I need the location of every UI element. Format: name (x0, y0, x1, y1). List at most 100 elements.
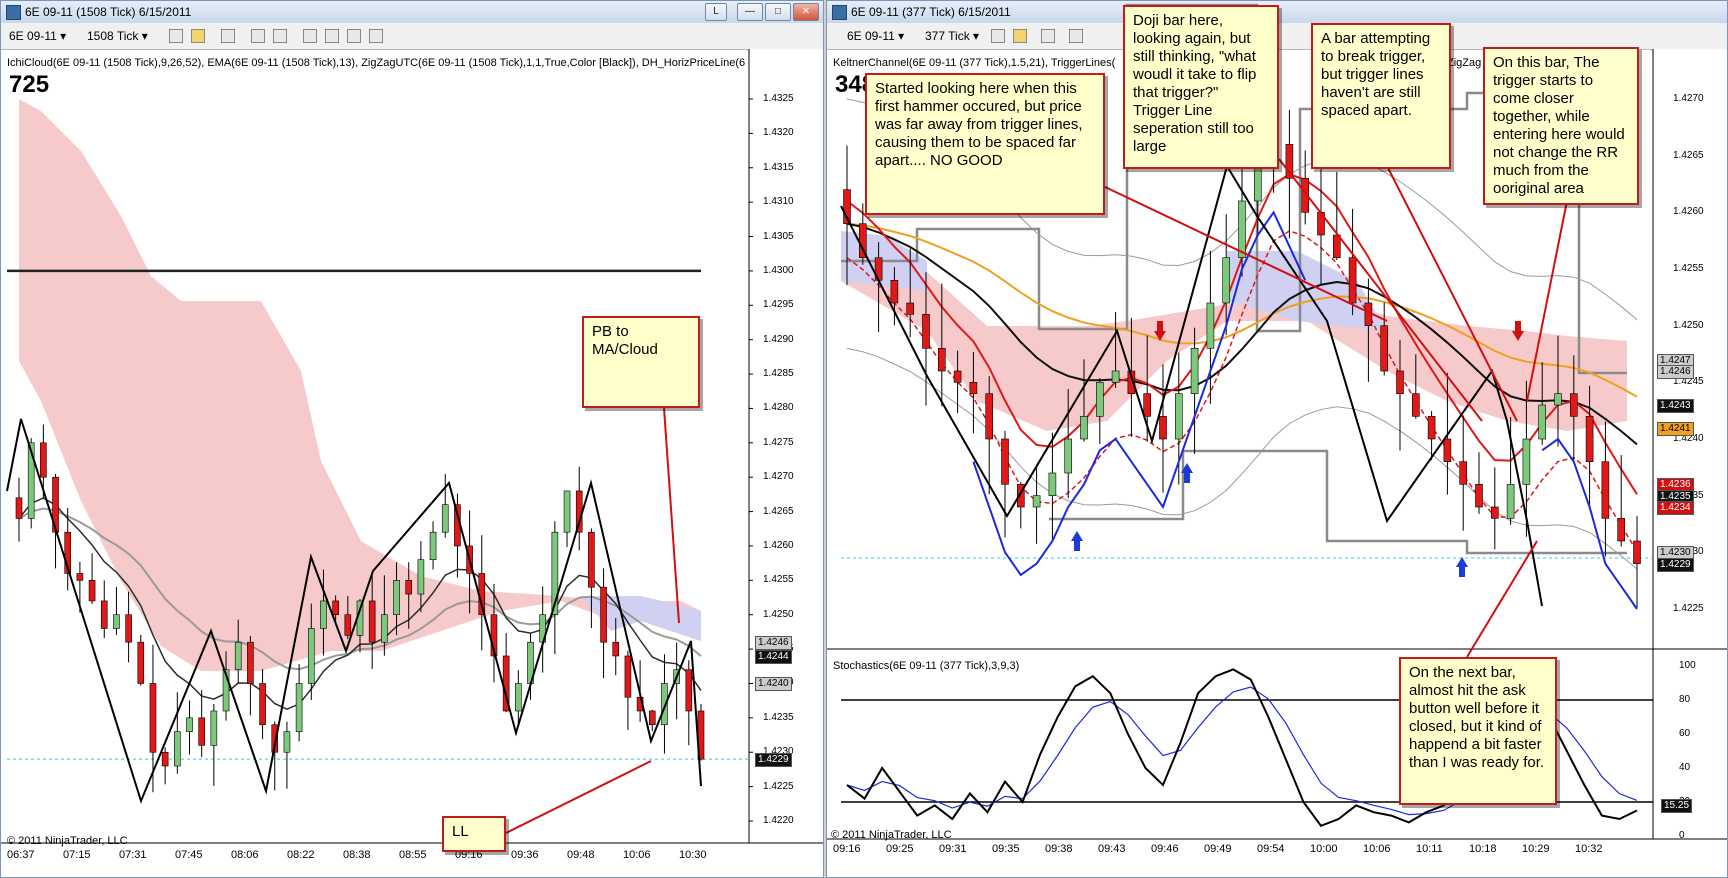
left-price-label: 1.4240 (755, 677, 792, 692)
left-candle (393, 580, 400, 616)
left-price-tick: 1.4250 (763, 608, 794, 620)
right-time-tick: 09:25 (886, 843, 914, 855)
right-candle (1064, 438, 1072, 474)
left-candle (113, 614, 120, 629)
note-ll: LL (442, 816, 506, 852)
left-candle (600, 586, 607, 643)
right-indicators-list-tail: ZigZag (1447, 57, 1482, 69)
left-candle (307, 628, 315, 684)
note-attempt-break: A bar attempting to break trigger, but t… (1311, 23, 1451, 169)
stoch-axis-tick: 100 (1679, 660, 1696, 671)
left-price-tick: 1.4325 (763, 93, 794, 104)
left-time-tick: 08:22 (287, 849, 315, 861)
left-candle (515, 683, 522, 712)
left-time-tick: 08:06 (231, 849, 259, 861)
right-time-tick: 10:18 (1469, 843, 1497, 855)
right-candle (1080, 416, 1088, 440)
right-candle (1222, 257, 1231, 304)
left-price-tick: 1.4285 (763, 368, 794, 380)
right-candle (1111, 370, 1120, 383)
right-candle (1174, 393, 1183, 440)
right-candle (1032, 495, 1041, 508)
left-price-tick: 1.4295 (763, 299, 794, 311)
note-started-looking: Started looking here when this first ham… (865, 73, 1105, 215)
stoch-axis-tick: 0 (1679, 830, 1685, 841)
left-price-chart[interactable] (1, 1, 824, 878)
right-candle (1585, 416, 1594, 462)
left-candle (100, 600, 108, 629)
right-candle (1206, 302, 1215, 349)
left-time-tick: 07:15 (63, 849, 91, 861)
left-candle (125, 614, 132, 643)
right-price-label: 1.4234 (1657, 501, 1694, 515)
right-candle (1095, 382, 1104, 417)
left-candle (234, 641, 242, 671)
left-price-tick: 1.4305 (763, 230, 794, 242)
right-price-label: 1.4229 (1657, 557, 1694, 572)
left-candle (283, 731, 291, 753)
left-time-tick: 07:31 (119, 849, 147, 861)
left-candle (15, 497, 23, 519)
left-candle (295, 683, 303, 732)
right-price-tick: 1.4250 (1673, 319, 1704, 331)
right-candle (1633, 540, 1641, 564)
right-candle (1475, 484, 1483, 508)
left-candle (624, 655, 632, 698)
left-price-label: 1.4229 (755, 753, 792, 768)
left-candle (174, 731, 181, 767)
left-candle (563, 490, 571, 533)
right-time-tick: 10:29 (1522, 843, 1550, 855)
right-candle (1332, 234, 1341, 258)
left-candle (40, 442, 47, 478)
note-trigger-closer: On this bar, The trigger starts to come … (1483, 47, 1639, 205)
left-price-label: 1.4244 (755, 649, 792, 664)
left-price-tick: 1.4290 (763, 333, 794, 345)
right-time-tick: 10:32 (1575, 843, 1603, 855)
left-candle (161, 751, 169, 767)
right-candle (1411, 393, 1420, 417)
left-candle (320, 600, 327, 629)
right-time-tick: 09:16 (833, 843, 861, 855)
left-price-tick: 1.4320 (763, 127, 794, 139)
right-candle (1522, 438, 1531, 485)
right-candle (1506, 484, 1515, 519)
right-time-tick: 09:49 (1204, 843, 1232, 855)
left-price-tick: 1.4265 (763, 505, 794, 517)
left-candle (210, 710, 218, 746)
left-time-tick: 07:45 (175, 849, 203, 861)
left-candle (198, 717, 205, 746)
note-ll-arrow (505, 760, 652, 834)
right-candle (1143, 393, 1152, 417)
right-candle (1238, 200, 1246, 258)
right-candle (1396, 370, 1404, 394)
left-candle (332, 600, 339, 616)
left-chart-window: 6E 09-11 (1508 Tick) 6/15/2011 L — □ ✕ 6… (0, 0, 824, 878)
right-candle (906, 302, 914, 315)
right-indicators-list: KeltnerChannel(6E 09-11 (377 Tick),1.5,2… (833, 57, 1116, 69)
note-doji-bar: Doji bar here, looking again, but still … (1123, 5, 1279, 169)
up-signal-arrow (1456, 557, 1468, 577)
right-time-tick: 09:54 (1257, 843, 1285, 855)
left-bar-counter: 725 (9, 71, 50, 98)
left-candle (88, 580, 96, 602)
right-candle (922, 314, 930, 349)
left-candle (441, 504, 449, 533)
stoch-axis-tick: 60 (1679, 728, 1691, 739)
left-candle (648, 710, 656, 726)
right-candle (969, 382, 978, 394)
left-candle (612, 641, 620, 657)
left-copyright: © 2011 NinjaTrader, LLC (7, 835, 128, 847)
note-next-bar: On the next bar, almost hit the ask butt… (1399, 657, 1557, 805)
left-price-tick: 1.4275 (763, 436, 794, 448)
right-candle (1459, 461, 1468, 485)
right-candle (1427, 416, 1436, 440)
right-candle (890, 280, 899, 304)
left-price-label: 1.4246 (755, 636, 792, 651)
right-chart-window: 6E 09-11 (377 Tick) 6/15/2011 6E 09-11 ▾… (826, 0, 1728, 878)
left-candle (186, 717, 193, 732)
left-price-tick: 1.4220 (763, 815, 794, 826)
left-price-tick: 1.4260 (763, 539, 794, 551)
right-candle (1554, 393, 1562, 406)
right-candle (1490, 506, 1499, 519)
left-candle (417, 559, 425, 595)
